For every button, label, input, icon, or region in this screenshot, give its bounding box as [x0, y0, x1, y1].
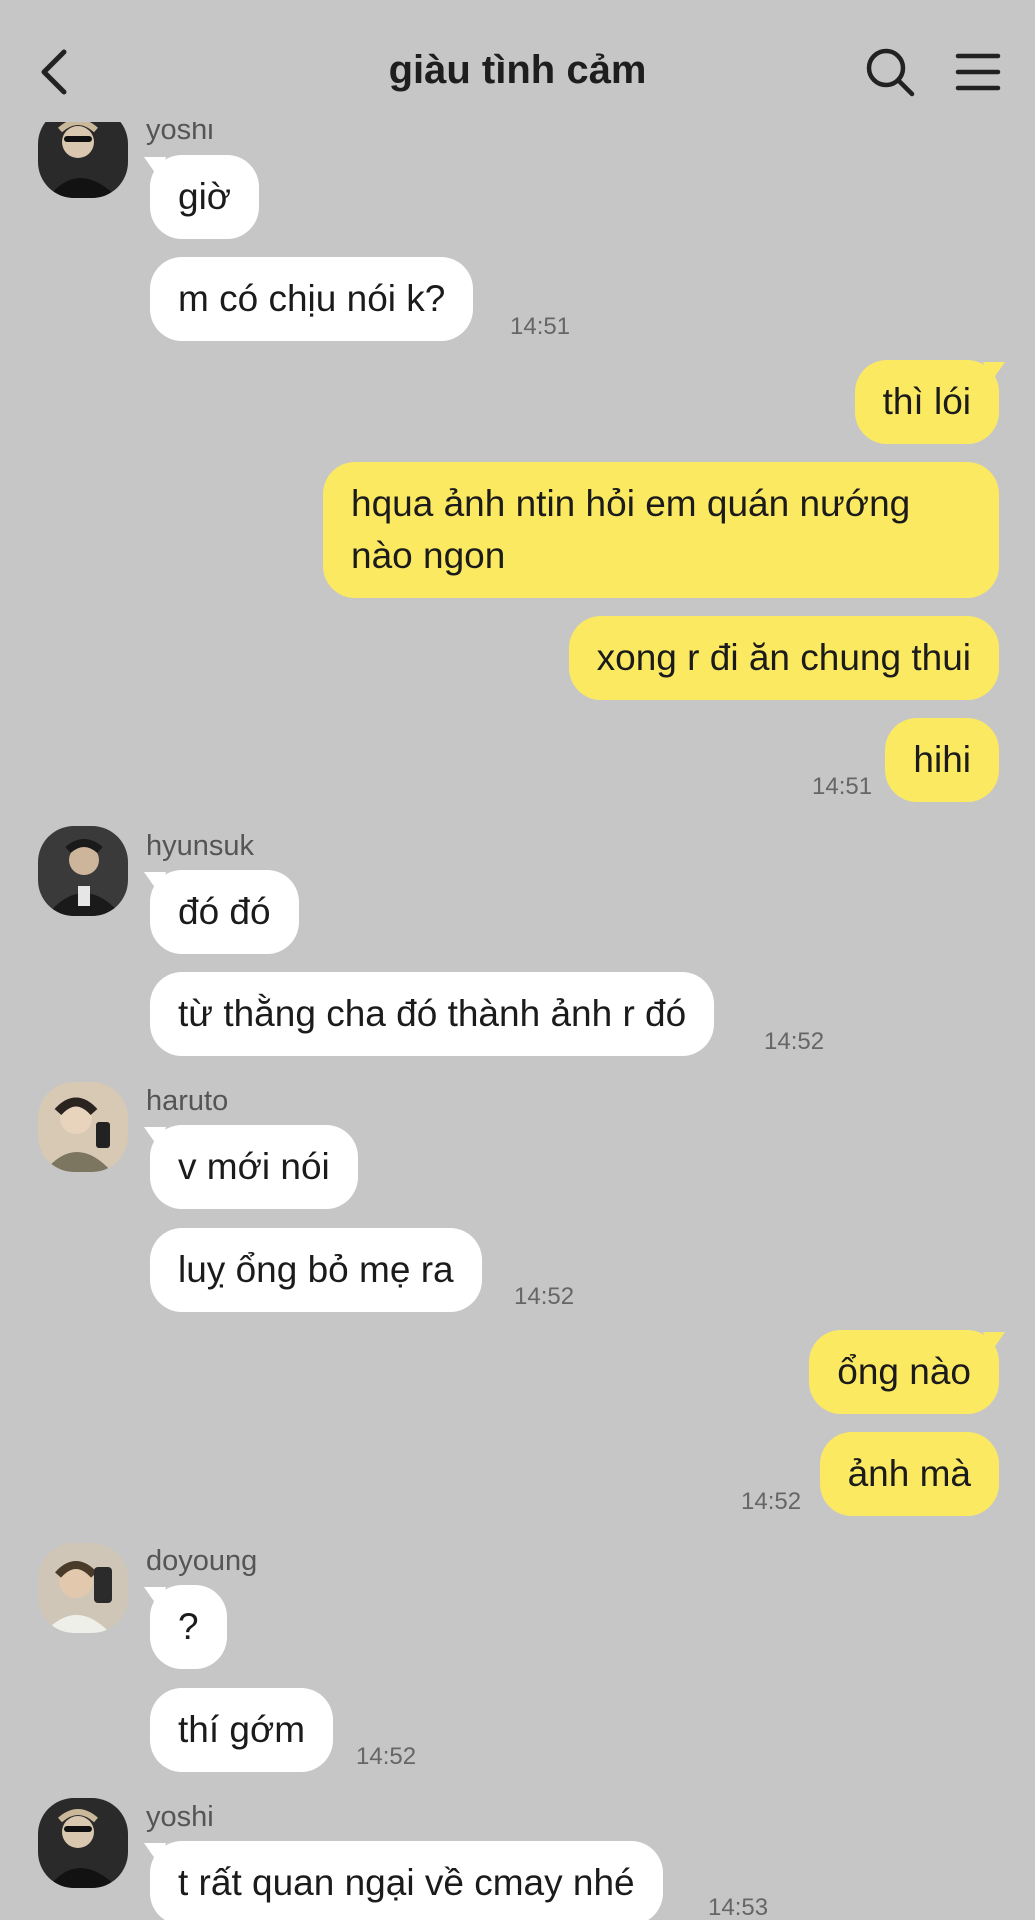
timestamp: 14:51	[510, 313, 571, 340]
search-icon[interactable]	[862, 44, 918, 100]
avatar-haruto[interactable]	[38, 1082, 128, 1172]
message-bubble[interactable]: ổng nào	[809, 1330, 999, 1414]
message-bubble[interactable]: hqua ảnh ntin hỏi em quán nướng nào ngon	[323, 462, 999, 598]
message-bubble[interactable]: m có chịu nói k?	[150, 257, 474, 341]
message-bubble[interactable]: thì lói	[854, 360, 999, 444]
message-bubble[interactable]: ?	[150, 1585, 227, 1669]
sender-name: doyoung	[146, 1545, 258, 1577]
message-bubble[interactable]: từ thằng cha đó thành ảnh r đó	[150, 972, 715, 1056]
timestamp: 14:53	[708, 1894, 769, 1920]
message-bubble[interactable]: hihi	[885, 718, 999, 802]
timestamp: 14:52	[514, 1283, 575, 1310]
menu-icon[interactable]	[950, 44, 1006, 100]
timestamp: 14:52	[741, 1488, 802, 1515]
message-bubble[interactable]: thí gớm	[150, 1688, 334, 1772]
chat-thread: yoshi giờ m có chịu nói k? 14:51 thì lói…	[0, 0, 1035, 1920]
message-bubble[interactable]: t rất quan ngại về cmay nhé	[150, 1841, 663, 1920]
sender-name: yoshi	[146, 1801, 214, 1833]
message-bubble[interactable]: v mới nói	[150, 1125, 358, 1209]
message-bubble[interactable]: xong r đi ăn chung thui	[568, 616, 999, 700]
timestamp: 14:52	[764, 1028, 825, 1055]
timestamp: 14:52	[356, 1743, 417, 1770]
sender-name: haruto	[146, 1085, 229, 1117]
sender-name: hyunsuk	[146, 830, 255, 862]
avatar-hyunsuk[interactable]	[38, 826, 128, 916]
message-bubble[interactable]: giờ	[150, 155, 260, 239]
message-bubble[interactable]: ảnh mà	[819, 1432, 999, 1516]
message-bubble[interactable]: đó đó	[150, 870, 299, 954]
message-bubble[interactable]: luỵ ổng bỏ mẹ ra	[150, 1228, 482, 1312]
avatar-doyoung[interactable]	[38, 1543, 128, 1633]
chat-header: giàu tình cảm	[0, 0, 1035, 122]
avatar-yoshi[interactable]	[38, 1798, 128, 1888]
timestamp: 14:51	[812, 773, 873, 800]
